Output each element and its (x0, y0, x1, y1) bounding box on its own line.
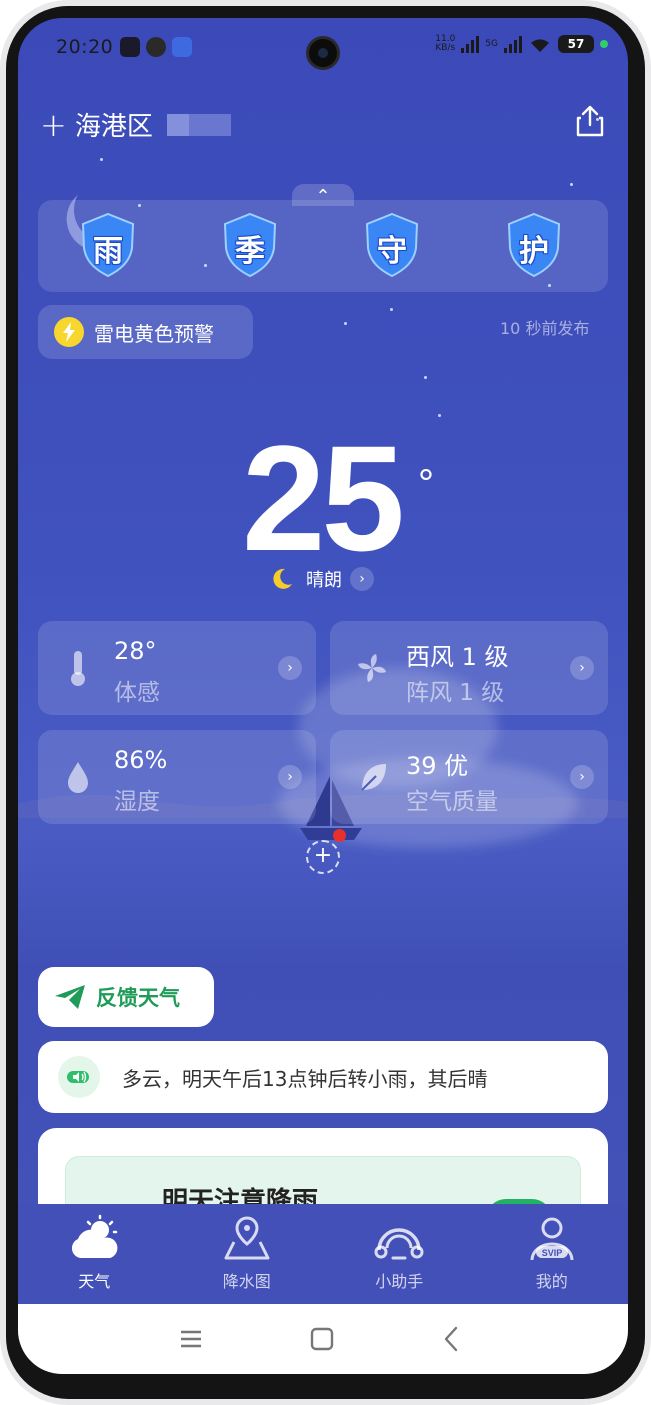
signal-2-icon (504, 35, 522, 53)
share-icon[interactable] (574, 104, 606, 138)
tab-label: 天气 (78, 1272, 111, 1291)
location-name[interactable]: 海港区 (75, 106, 153, 143)
chevron-right-icon[interactable]: › (570, 656, 594, 680)
chevron-right-icon[interactable]: › (570, 765, 594, 789)
shield-char: 雨 (93, 234, 123, 269)
back-icon[interactable] (442, 1326, 460, 1352)
notification-dot (333, 829, 346, 842)
feels-like-card[interactable]: 28° 体感 › (38, 621, 316, 715)
svg-text:SVIP: SVIP (541, 1248, 562, 1258)
star (344, 322, 347, 325)
tab-profile[interactable]: SVIP 我的 (476, 1204, 629, 1304)
paper-plane-icon (55, 985, 85, 1009)
star (570, 183, 573, 186)
add-city-icon[interactable]: + (40, 109, 67, 141)
signal-1-icon (461, 35, 480, 53)
privacy-dot (600, 40, 608, 48)
map-pin-icon (224, 1216, 270, 1260)
tab-label: 我的 (535, 1272, 568, 1291)
current-condition[interactable]: 晴朗 › (270, 566, 374, 592)
feels-like-value: 28° (114, 637, 157, 665)
assistant-icon (374, 1228, 424, 1260)
humidity-value: 86% (114, 746, 168, 774)
chat-bot-icon (172, 37, 192, 57)
star (100, 158, 103, 161)
water-drop-icon (68, 762, 88, 793)
system-navigation-bar (18, 1304, 628, 1374)
condition-label: 晴朗 (306, 570, 342, 591)
leaf-icon (361, 764, 386, 791)
fan-icon (358, 654, 386, 682)
status-indicators: 11.0 KB/s 5G 57 (435, 35, 608, 53)
lightning-icon (54, 317, 84, 347)
wifi-icon (531, 39, 549, 52)
tab-label: 降水图 (222, 1272, 271, 1291)
bottom-tab-bar: 天气 降水图 小助手 SVIP 我的 (18, 1204, 628, 1304)
tab-weather[interactable]: 天气 (18, 1204, 171, 1304)
app-notification-icon (120, 37, 140, 57)
feedback-weather-button[interactable]: 反馈天气 (38, 967, 214, 1027)
notification-icons (120, 37, 192, 57)
shield-badge-2: 季 (222, 212, 278, 278)
shield-badge-3: 守 (364, 212, 420, 278)
weather-icon (72, 1214, 118, 1258)
humidity-card[interactable]: 86% 湿度 › (38, 730, 316, 824)
wind-card[interactable]: 西风 1 级 阵风 1 级 › (330, 621, 608, 715)
status-time: 20:20 (56, 36, 114, 58)
crescent-moon-icon (273, 568, 292, 589)
shield-char: 护 (519, 234, 549, 269)
humidity-label: 湿度 (114, 789, 160, 815)
home-icon[interactable] (310, 1327, 334, 1351)
location-detail-redacted (166, 113, 231, 136)
air-quality-card[interactable]: 39 优 空气质量 › (330, 730, 608, 824)
star (390, 308, 393, 311)
net-speed-unit: KB/s (435, 43, 456, 53)
speaker-icon[interactable] (58, 1056, 100, 1098)
star (424, 376, 427, 379)
tab-precipitation-map[interactable]: 降水图 (171, 1204, 324, 1304)
tab-assistant[interactable]: 小助手 (323, 1204, 476, 1304)
air-quality-value: 39 优 (406, 752, 469, 780)
feels-like-label: 体感 (114, 680, 160, 706)
shield-char: 守 (377, 234, 407, 269)
thermometer-icon (71, 651, 85, 686)
shield-char: 季 (235, 234, 265, 269)
shield-badge-1: 雨 (80, 212, 136, 278)
front-camera (306, 36, 340, 70)
wind-value: 西风 1 级 (406, 643, 509, 671)
degree-symbol: ° (418, 462, 434, 506)
feedback-label: 反馈天气 (96, 986, 180, 1010)
add-decoration-button[interactable]: + (306, 840, 340, 874)
shield-badge-4: 护 (506, 212, 562, 278)
current-temperature: 25 (242, 414, 405, 582)
location-header[interactable]: + 海港区 (40, 106, 231, 143)
chevron-right-icon[interactable]: › (278, 656, 302, 680)
alert-label: 雷电黄色预警 (94, 321, 214, 346)
published-time: 10 秒前发布 (500, 319, 590, 338)
star (438, 414, 441, 417)
tab-label: 小助手 (375, 1272, 424, 1291)
wind-gust-label: 阵风 1 级 (406, 680, 505, 706)
recent-apps-icon[interactable] (180, 1328, 202, 1350)
battery-icon: 57 (558, 35, 594, 53)
qq-icon (146, 37, 166, 57)
forecast-text: 多云，明天午后13点钟后转小雨，其后晴 (122, 1066, 488, 1091)
weather-screen: 20:20 11.0 KB/s 5G 57 + 海港区 ⌃ 雨 季 守 护 雷电… (18, 18, 628, 1374)
status-bar: 20:20 11.0 KB/s 5G 57 (18, 18, 628, 78)
weather-alert-chip[interactable]: 雷电黄色预警 (38, 305, 253, 359)
network-type: 5G (485, 39, 498, 49)
air-quality-label: 空气质量 (406, 789, 498, 815)
chevron-right-icon[interactable]: › (278, 765, 302, 789)
profile-svip-icon: SVIP (530, 1217, 574, 1261)
chevron-right-icon[interactable]: › (350, 567, 374, 591)
voice-forecast-bar[interactable]: 多云，明天午后13点钟后转小雨，其后晴 (38, 1041, 608, 1113)
